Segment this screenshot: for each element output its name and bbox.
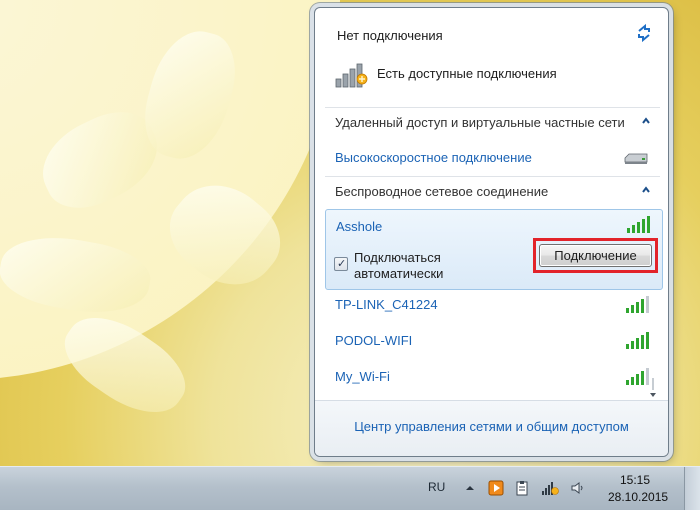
auto-connect-label: Подключаться автоматически: [354, 250, 444, 281]
language-indicator[interactable]: RU: [428, 480, 445, 494]
media-player-icon[interactable]: [488, 480, 504, 496]
network-name: My_Wi-Fi: [335, 369, 390, 384]
clock-time[interactable]: 15:15: [620, 473, 650, 487]
connect-button[interactable]: Подключение: [539, 244, 652, 267]
wireless-section-title: Беспроводное сетевое соединение: [335, 184, 549, 199]
dialup-connection-item[interactable]: Высокоскоростное подключение: [325, 143, 660, 173]
wireless-section-header[interactable]: Беспроводное сетевое соединение: [325, 176, 660, 204]
available-connections-label: Есть доступные подключения: [377, 66, 557, 81]
wifi-signal-icon: [627, 216, 650, 233]
collapse-chevron-icon[interactable]: [640, 184, 652, 196]
connection-status-title: Нет подключения: [337, 28, 443, 43]
network-connections-popup: Нет подключения Есть доступные подключен…: [314, 7, 669, 457]
show-desktop-button[interactable]: [684, 467, 700, 510]
network-item[interactable]: TP-LINK_C41224: [325, 290, 660, 320]
clock-date[interactable]: 28.10.2015: [608, 490, 668, 504]
refresh-icon[interactable]: [634, 23, 654, 43]
auto-connect-checkbox[interactable]: ✓: [334, 257, 348, 271]
network-center-link[interactable]: Центр управления сетями и общим доступом: [315, 419, 668, 434]
vpn-section-title: Удаленный доступ и виртуальные частные с…: [335, 115, 625, 130]
wifi-signal-icon: [626, 296, 649, 313]
network-signal-warning-icon: [335, 63, 368, 88]
selected-network-panel[interactable]: Asshole ✓ Подключаться автоматически Под…: [325, 209, 663, 290]
scroll-down-arrow-icon[interactable]: [648, 378, 658, 400]
vpn-section-header[interactable]: Удаленный доступ и виртуальные частные с…: [325, 107, 660, 135]
network-name: Asshole: [336, 219, 383, 234]
network-item[interactable]: My_Wi-Fi: [325, 362, 660, 392]
volume-icon[interactable]: [570, 480, 586, 496]
network-name: PODOL-WIFI: [335, 333, 413, 348]
taskbar: RU 15:15 28.10.2015: [0, 466, 700, 510]
clipboard-icon[interactable]: [514, 480, 530, 496]
network-tray-icon[interactable]: [541, 480, 559, 496]
dialup-modem-icon: [624, 153, 648, 164]
wifi-signal-icon: [626, 332, 649, 349]
network-item[interactable]: PODOL-WIFI: [325, 326, 660, 356]
collapse-chevron-icon[interactable]: [640, 115, 652, 127]
network-name: TP-LINK_C41224: [335, 297, 438, 312]
dialup-connection-label: Высокоскоростное подключение: [335, 150, 532, 165]
show-hidden-icons-icon[interactable]: [462, 480, 478, 496]
popup-footer: Центр управления сетями и общим доступом: [315, 400, 668, 456]
wifi-signal-icon: [626, 368, 649, 385]
